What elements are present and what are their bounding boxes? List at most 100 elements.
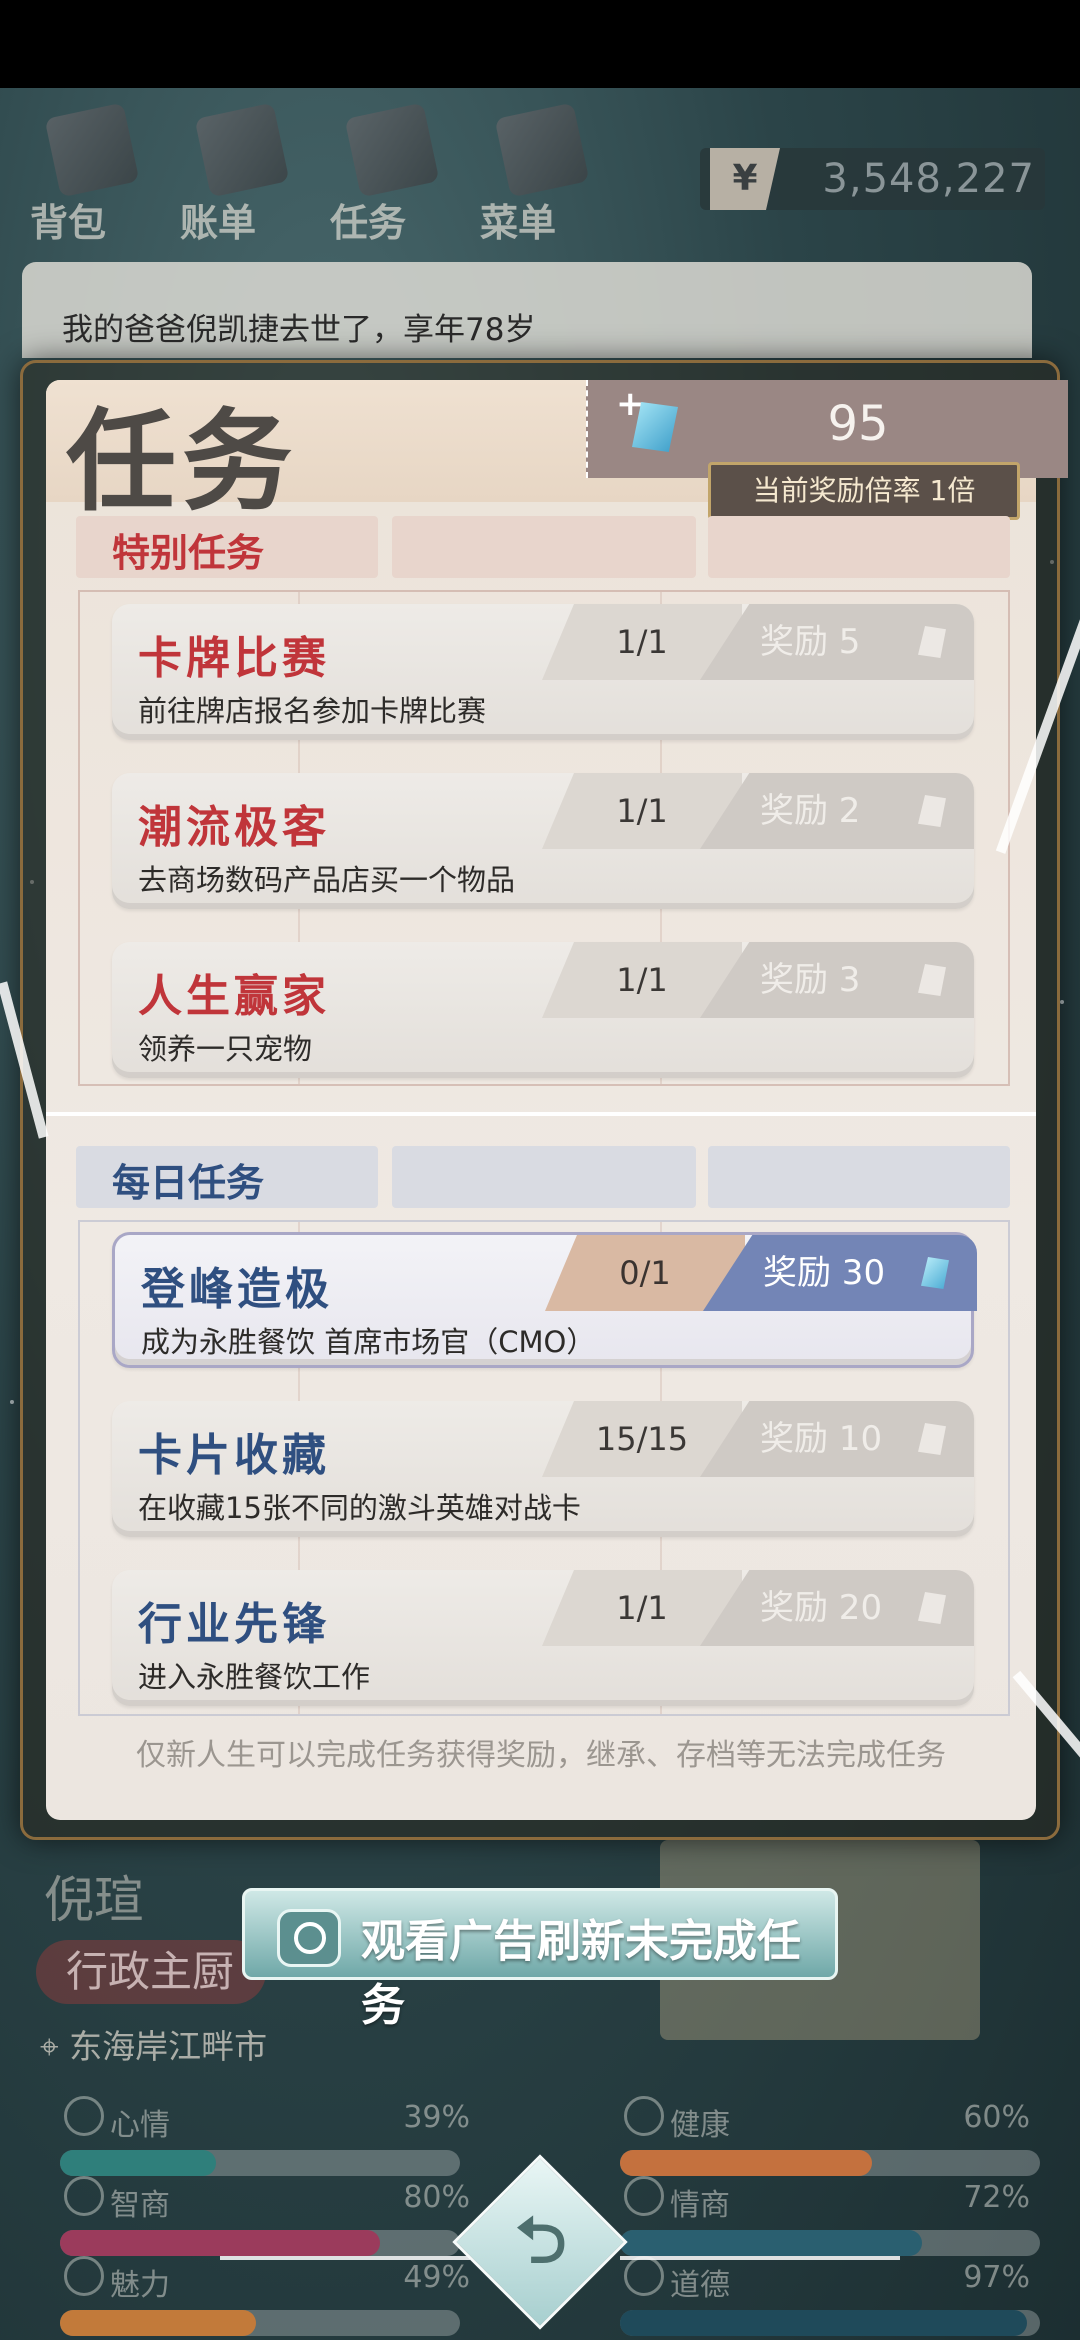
character-name: 倪瑄 <box>44 1871 144 1929</box>
section-header-fill <box>708 1146 1010 1208</box>
stat-mood: 心情 39% <box>40 2096 480 2190</box>
status-bar <box>0 0 1080 88</box>
reward-label: 奖励 3 <box>760 960 861 1000</box>
menu-icon <box>494 102 590 198</box>
bulb-icon <box>64 2176 104 2216</box>
section-header-fill <box>392 1146 696 1208</box>
apple-icon <box>624 2176 664 2216</box>
section-title: 特别任务 <box>112 531 265 575</box>
reward-label: 奖励 10 <box>760 1419 883 1459</box>
money-amount: 3,548,227 <box>822 156 1035 202</box>
task-card[interactable]: 潮流极客 去商场数码产品店买一个物品 1/1 奖励 2 <box>112 773 974 909</box>
city-text: 东海岸江畔市 <box>69 2027 268 2066</box>
reward-label: 奖励 5 <box>760 622 861 662</box>
stat-morality: 道德 97% <box>600 2256 1040 2340</box>
task-icon <box>344 102 440 198</box>
stat-label: 心情 <box>110 2108 170 2143</box>
task-desc: 成为永胜餐饮 首席市场官（CMO） <box>141 1325 596 1359</box>
task-name: 卡片收藏 <box>138 1430 330 1481</box>
stat-label: 情商 <box>670 2188 730 2223</box>
job-badge: 行政主厨 <box>36 1940 266 2004</box>
stat-bar <box>620 2230 1040 2256</box>
gem-icon <box>918 1423 946 1455</box>
gem-icon <box>921 1257 949 1289</box>
task-name: 人生赢家 <box>138 971 330 1022</box>
scale-icon <box>624 2256 664 2296</box>
sparkle-icon <box>64 2256 104 2296</box>
nav-bill[interactable]: 账单 <box>180 100 300 250</box>
task-card-active[interactable]: 登峰造极 成为永胜餐饮 首席市场官（CMO） 0/1 奖励 30 <box>112 1232 977 1368</box>
nav-label: 菜单 <box>480 201 557 245</box>
smile-icon <box>64 2096 104 2136</box>
city-label: ⌖ 东海岸江畔市 <box>40 2020 267 2068</box>
stat-value: 80% <box>403 2180 470 2215</box>
task-card[interactable]: 人生赢家 领养一只宠物 1/1 奖励 3 <box>112 942 974 1078</box>
special-section-header: 特别任务 <box>76 516 378 578</box>
task-name: 行业先锋 <box>138 1599 330 1650</box>
stat-value: 72% <box>963 2180 1030 2215</box>
stat-label: 智商 <box>110 2188 170 2223</box>
task-desc: 去商场数码产品店买一个物品 <box>138 863 516 897</box>
backpack-icon <box>44 102 140 198</box>
stat-fill <box>620 2230 923 2256</box>
sparkle <box>10 1400 14 1404</box>
stat-label: 道德 <box>670 2268 730 2303</box>
stat-value: 60% <box>963 2100 1030 2135</box>
nav-backpack[interactable]: 背包 <box>30 100 150 250</box>
heart-icon <box>624 2096 664 2136</box>
nav-label: 任务 <box>330 201 407 245</box>
task-desc: 领养一只宠物 <box>138 1032 313 1066</box>
task-desc: 前往牌店报名参加卡牌比赛 <box>138 694 487 728</box>
stat-bar <box>620 2310 1040 2336</box>
nav-label: 账单 <box>180 201 257 245</box>
gem-icon <box>918 795 946 827</box>
stat-value: 49% <box>403 2260 470 2295</box>
stat-bar <box>60 2150 460 2176</box>
reward-rate-badge: 当前奖励倍率 1倍 <box>708 462 1020 520</box>
light-streak <box>620 2256 900 2260</box>
top-navigation: 背包 账单 任务 菜单 <box>30 100 590 250</box>
back-arrow-icon[interactable]: ⮌ <box>508 2206 574 2276</box>
task-name: 登峰造极 <box>141 1264 333 1315</box>
message-bar: 我的爸爸倪凯捷去世了，享年78岁 <box>22 262 1032 358</box>
task-card[interactable]: 卡牌比赛 前往牌店报名参加卡牌比赛 1/1 奖励 5 <box>112 604 974 740</box>
stat-fill <box>620 2310 1028 2336</box>
gem-icon <box>918 626 946 658</box>
task-name: 潮流极客 <box>138 802 330 853</box>
section-divider <box>46 1112 1036 1116</box>
modal-title: 任务 <box>66 398 298 526</box>
gem-icon <box>918 1592 946 1624</box>
daily-section-header: 每日任务 <box>76 1146 378 1208</box>
play-ad-icon <box>277 1909 341 1967</box>
ad-button-label: 观看广告刷新未完成任务 <box>361 1916 801 2031</box>
gem-count: 95 <box>827 396 889 452</box>
watch-ad-refresh-button[interactable]: 观看广告刷新未完成任务 <box>242 1888 838 2031</box>
footnote: 仅新人生可以完成任务获得奖励，继承、存档等无法完成任务 <box>136 1738 946 1773</box>
stat-fill <box>620 2150 872 2176</box>
task-card[interactable]: 行业先锋 进入永胜餐饮工作 1/1 奖励 20 <box>112 1570 974 1706</box>
stat-bar <box>60 2310 460 2336</box>
message-text: 我的爸爸倪凯捷去世了，享年78岁 <box>62 312 536 348</box>
stat-bar <box>620 2150 1040 2176</box>
section-title: 每日任务 <box>112 1161 265 1205</box>
reward-label: 奖励 2 <box>760 791 861 831</box>
light-streak <box>220 2256 470 2260</box>
section-header-fill <box>708 516 1010 578</box>
task-card[interactable]: 卡片收藏 在收藏15张不同的激斗英雄对战卡 15/15 奖励 10 <box>112 1401 974 1537</box>
gem-icon <box>918 964 946 996</box>
task-desc: 进入永胜餐饮工作 <box>138 1660 371 1694</box>
stat-label: 健康 <box>670 2108 730 2143</box>
stat-value: 97% <box>963 2260 1030 2295</box>
stat-charm: 魅力 49% <box>40 2256 480 2340</box>
nav-menu[interactable]: 菜单 <box>480 100 600 250</box>
stat-value: 39% <box>403 2100 470 2135</box>
stat-fill <box>60 2150 216 2176</box>
stat-fill <box>60 2230 380 2256</box>
stat-health: 健康 60% <box>600 2096 1040 2190</box>
task-name: 卡牌比赛 <box>138 633 330 684</box>
money-display: ¥ 3,548,227 <box>700 148 1045 210</box>
sparkle <box>1060 1000 1064 1004</box>
task-desc: 在收藏15张不同的激斗英雄对战卡 <box>138 1491 581 1525</box>
bill-icon <box>194 102 290 198</box>
nav-task[interactable]: 任务 <box>330 100 450 250</box>
